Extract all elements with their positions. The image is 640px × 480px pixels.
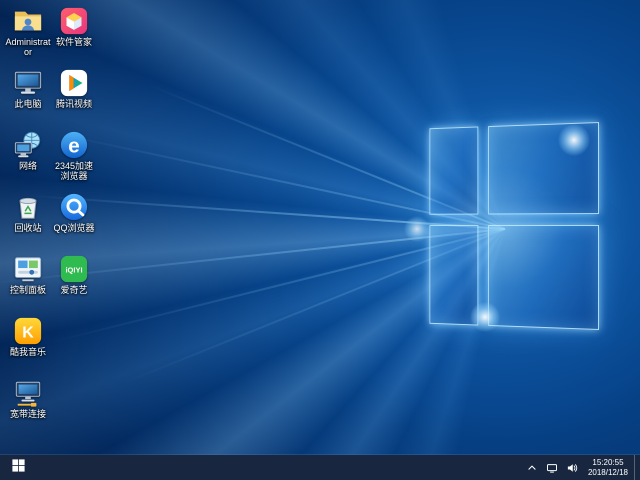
hidden-icons-button[interactable] (522, 455, 542, 480)
network-status-icon (546, 462, 558, 474)
show-desktop-button[interactable] (634, 455, 640, 480)
network-icon (13, 130, 43, 160)
desktop-icon-label: 网络 (19, 161, 37, 171)
windows-logo-icon (12, 459, 25, 477)
desktop-icon-label: 酷我音乐 (10, 347, 46, 357)
windows-logo-pane (488, 225, 599, 330)
broadband-connection-icon (13, 378, 43, 408)
user-folder-icon (13, 6, 43, 36)
software-manager-icon (59, 6, 89, 36)
desktop-icon-qq-browser[interactable]: QQ浏览器 (51, 192, 97, 254)
clock-date: 2018/12/18 (588, 468, 628, 478)
desktop-icon-label: 回收站 (14, 223, 41, 233)
iqiyi-icon: iQIYI (59, 254, 89, 284)
desktop-icon-this-pc[interactable]: 此电脑 (5, 68, 51, 130)
computer-icon (13, 68, 43, 98)
desktop-icon-label: 宽带连接 (10, 409, 46, 419)
svg-text:iQIYI: iQIYI (65, 265, 82, 274)
desktop-icon-network[interactable]: 网络 (5, 130, 51, 192)
desktop-icon-recycle-bin[interactable]: 回收站 (5, 192, 51, 254)
taskbar-clock[interactable]: 15:20:55 2018/12/18 (582, 458, 634, 478)
tray-network-button[interactable] (542, 455, 562, 480)
kuwo-music-icon: K (13, 316, 43, 346)
wallpaper-glow-spot (558, 124, 590, 156)
taskbar: 15:20:55 2018/12/18 (0, 455, 640, 480)
svg-text:K: K (22, 325, 34, 342)
desktop-icon-label: Administrator (5, 37, 51, 58)
tencent-video-icon (59, 68, 89, 98)
desktop-icon-broadband[interactable]: 宽带连接 (5, 378, 51, 440)
desktop-icon-administrator[interactable]: Administrator (5, 6, 51, 68)
browser-2345-icon: e (59, 130, 89, 160)
chevron-up-icon (526, 462, 538, 474)
svg-text:e: e (68, 135, 79, 158)
desktop-icon-tencent-video[interactable]: 腾讯视频 (51, 68, 97, 130)
desktop-icon-software-manager[interactable]: 软件管家 (51, 6, 97, 68)
desktop-icon-control-panel[interactable]: 控制面板 (5, 254, 51, 316)
tray-volume-button[interactable] (562, 455, 582, 480)
desktop-icon-iqiyi[interactable]: iQIYI 爱奇艺 (51, 254, 97, 316)
desktop-icon-label: 腾讯视频 (56, 99, 92, 109)
start-button[interactable] (0, 455, 36, 480)
desktop-icon-kuwo-music[interactable]: K 酷我音乐 (5, 316, 51, 378)
volume-icon (566, 462, 578, 474)
desktop-icon-grid: Administrator 此电脑 网络 回收站 控制面板 (5, 6, 97, 440)
desktop-icon-label: 爱奇艺 (60, 285, 87, 295)
recycle-bin-icon (13, 192, 43, 222)
desktop-icon-label: 2345加速浏览器 (51, 161, 97, 182)
desktop-icon-2345-browser[interactable]: e 2345加速浏览器 (51, 130, 97, 192)
desktop-icon-label: 软件管家 (56, 37, 92, 47)
system-tray: 15:20:55 2018/12/18 (522, 455, 640, 480)
control-panel-icon (13, 254, 43, 284)
wallpaper-glow-spot (470, 302, 500, 332)
desktop-icon-label: 控制面板 (10, 285, 46, 295)
wallpaper-glow-spot (404, 216, 430, 242)
desktop-icon-label: QQ浏览器 (53, 223, 94, 233)
qq-browser-icon (59, 192, 89, 222)
desktop-icon-label: 此电脑 (14, 99, 41, 109)
screen: Administrator 此电脑 网络 回收站 控制面板 (0, 0, 640, 480)
clock-time: 15:20:55 (588, 458, 628, 468)
windows-logo-pane (429, 126, 478, 214)
